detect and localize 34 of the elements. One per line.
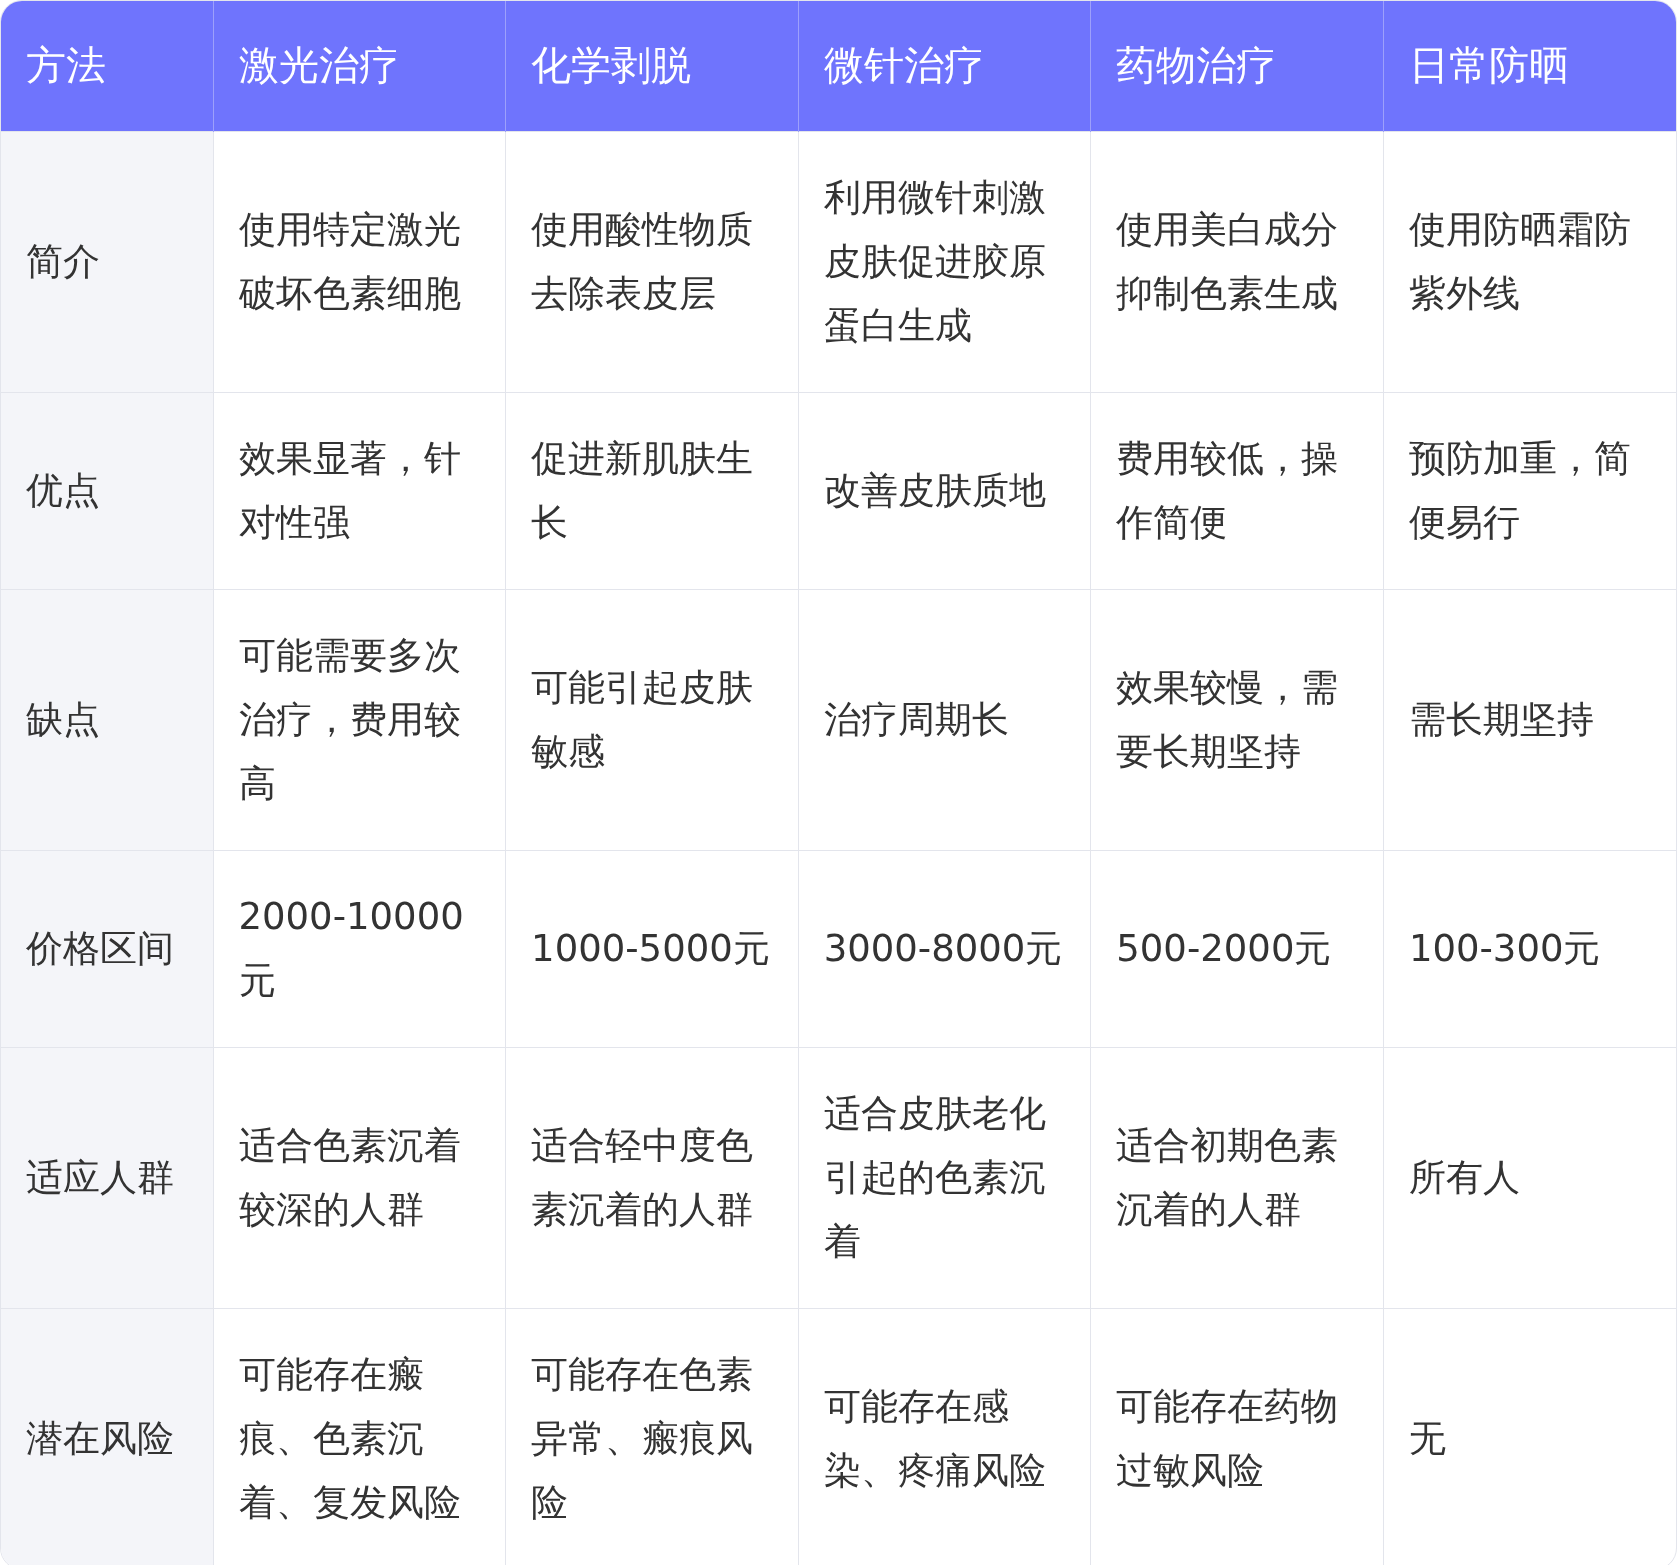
- row-header: 优点: [1, 392, 213, 589]
- table-cell: 使用防晒霜防紫外线: [1383, 131, 1676, 392]
- table-cell: 使用特定激光破坏色素细胞: [213, 131, 506, 392]
- column-header: 方法: [1, 1, 213, 131]
- table-cell: 3000-8000元: [798, 850, 1091, 1047]
- table-cell: 适合初期色素沉着的人群: [1090, 1047, 1384, 1308]
- table-cell: 适合轻中度色素沉着的人群: [505, 1047, 799, 1308]
- table-cell: 使用美白成分抑制色素生成: [1090, 131, 1384, 392]
- row-header: 简介: [1, 131, 213, 392]
- table-cell: 适合色素沉着较深的人群: [213, 1047, 506, 1308]
- table-cell: 2000-10000元: [213, 850, 506, 1047]
- table-cell: 1000-5000元: [505, 850, 799, 1047]
- table-cell: 可能需要多次治疗，费用较高: [213, 589, 506, 850]
- row-header: 潜在风险: [1, 1308, 213, 1565]
- table-cell: 可能引起皮肤敏感: [505, 589, 799, 850]
- column-header: 化学剥脱: [505, 1, 799, 131]
- column-header: 日常防晒: [1383, 1, 1676, 131]
- table-cell: 促进新肌肤生长: [505, 392, 799, 589]
- table-cell: 500-2000元: [1090, 850, 1384, 1047]
- table-cell: 利用微针刺激皮肤促进胶原蛋白生成: [798, 131, 1091, 392]
- table-cell: 适合皮肤老化引起的色素沉着: [798, 1047, 1091, 1308]
- table-cell: 使用酸性物质去除表皮层: [505, 131, 799, 392]
- column-header: 激光治疗: [213, 1, 506, 131]
- table-cell: 治疗周期长: [798, 589, 1091, 850]
- table-cell: 效果显著，针对性强: [213, 392, 506, 589]
- table-cell: 无: [1383, 1308, 1676, 1565]
- row-header: 适应人群: [1, 1047, 213, 1308]
- table-cell: 效果较慢，需要长期坚持: [1090, 589, 1384, 850]
- row-header: 缺点: [1, 589, 213, 850]
- row-header: 价格区间: [1, 850, 213, 1047]
- column-header: 微针治疗: [798, 1, 1091, 131]
- column-header: 药物治疗: [1090, 1, 1384, 131]
- table-cell: 改善皮肤质地: [798, 392, 1091, 589]
- table-cell: 费用较低，操作简便: [1090, 392, 1384, 589]
